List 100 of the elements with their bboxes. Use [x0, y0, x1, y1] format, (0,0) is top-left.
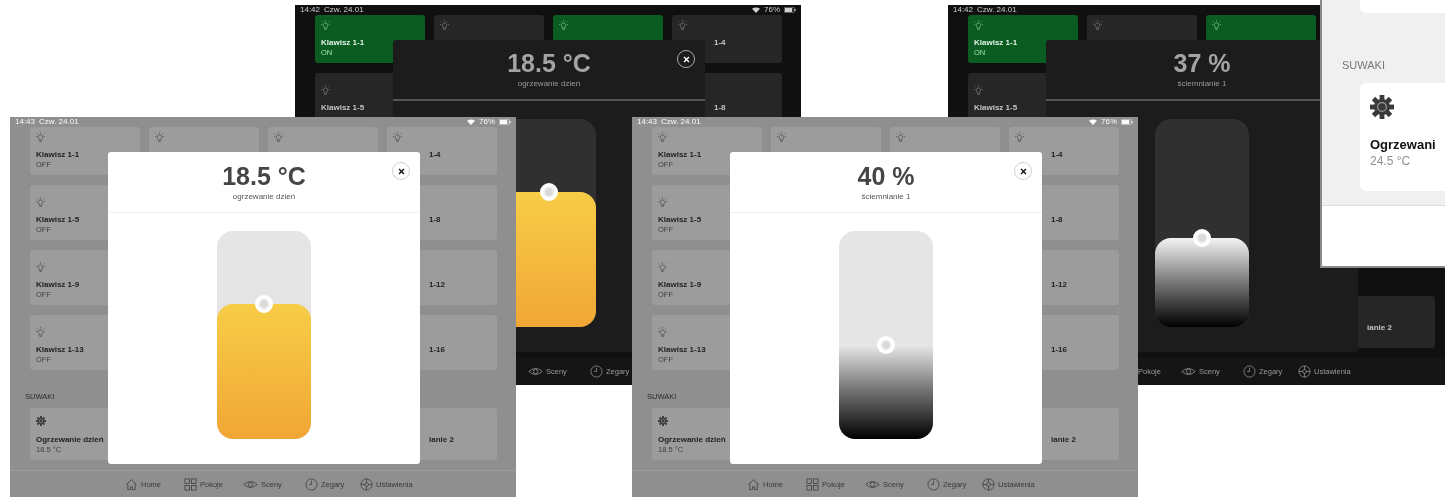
gear-icon	[360, 477, 373, 491]
slider-track[interactable]	[1155, 119, 1249, 327]
tile-title: 1-12	[429, 280, 445, 289]
bulb-icon	[321, 85, 330, 96]
battery-icon	[784, 7, 796, 13]
slider-thumb[interactable]	[1193, 228, 1211, 247]
tile-title: Ogrzewani	[1370, 137, 1436, 152]
grid-icon	[184, 477, 197, 491]
tile-title: ianie 2	[1367, 323, 1392, 332]
battery-icon	[1121, 119, 1133, 125]
gear-icon	[982, 477, 995, 491]
tile-title: Klawisz 1-5	[36, 215, 80, 224]
clock-icon	[305, 477, 318, 491]
tile-title: Klawisz 1-1	[321, 38, 365, 47]
close-icon	[397, 167, 405, 175]
tile-title: 1-8	[714, 103, 726, 112]
status-date: Czw. 24.01	[324, 5, 364, 15]
tile-title: Klawisz 1-1	[36, 150, 80, 159]
slider-tile[interactable]: Ogrzewani 24.5 °C	[1360, 83, 1445, 191]
bulb-icon	[36, 262, 45, 273]
house-icon	[747, 477, 760, 491]
status-date: Czw. 24.01	[977, 5, 1017, 15]
tile-title: Klawisz 1-1	[974, 38, 1018, 47]
bulb-icon	[658, 327, 667, 338]
close-button[interactable]	[392, 162, 410, 180]
wifi-icon	[752, 7, 760, 13]
tile-title: 1-8	[1051, 215, 1063, 224]
tile-title: 1-4	[1051, 150, 1063, 159]
tile-title: Klawisz 1-1	[658, 150, 702, 159]
battery-level: 76%	[1101, 117, 1117, 127]
sun-icon	[658, 416, 668, 426]
slider-thumb[interactable]	[255, 294, 273, 313]
dialog-label: ogrzewanie dzień	[517, 79, 581, 88]
bulb-icon	[658, 132, 667, 143]
close-button[interactable]	[1014, 162, 1032, 180]
close-icon	[682, 55, 690, 63]
tile-title: Klawisz 1-9	[658, 280, 702, 289]
tile-title: 1-16	[1051, 345, 1067, 354]
bulb-icon	[155, 132, 164, 143]
slider-track[interactable]	[217, 231, 311, 439]
status-time: 14:43	[637, 117, 658, 127]
tile-title: Klawisz 1-5	[658, 215, 702, 224]
dialog-value: 18.5 °C	[222, 163, 306, 189]
bulb-icon	[393, 132, 402, 143]
dialog-label: ściemnianie 1	[1177, 79, 1227, 88]
bulb-icon	[777, 132, 786, 143]
tile-title: Ogrzewanie dzień	[36, 435, 104, 444]
status-time: 14:42	[953, 5, 974, 15]
slider-track[interactable]	[839, 231, 933, 439]
sun-icon	[36, 416, 46, 426]
close-button[interactable]	[677, 50, 695, 68]
eye-icon	[1181, 365, 1196, 378]
bulb-icon	[1093, 20, 1102, 31]
tile-title: Klawisz 1-13	[658, 345, 706, 354]
slider-thumb[interactable]	[540, 182, 558, 201]
bulb-icon	[658, 197, 667, 208]
tile-title: ianie 2	[1051, 435, 1076, 444]
wifi-icon	[1089, 119, 1097, 125]
dialog-label: ściemnianie 1	[861, 191, 911, 201]
tile-title: ianie 2	[429, 435, 454, 444]
bulb-icon	[36, 327, 45, 338]
tile-title: 1-4	[429, 150, 441, 159]
close-icon	[1019, 167, 1027, 175]
bulb-icon	[896, 132, 905, 143]
tile-title: Klawisz 1-5	[974, 103, 1018, 112]
wifi-icon	[467, 119, 475, 125]
tile-title: 1-12	[1051, 280, 1067, 289]
tile-title: 1-16	[429, 345, 445, 354]
bulb-icon	[1015, 132, 1024, 143]
bulb-icon	[274, 132, 283, 143]
grid-icon	[806, 477, 819, 491]
tile-title: Klawisz 1-9	[36, 280, 80, 289]
slider-track[interactable]	[516, 119, 596, 327]
tile-title: Ogrzewanie dzień	[658, 435, 726, 444]
eye-icon	[528, 365, 543, 378]
slider-thumb[interactable]	[877, 336, 895, 355]
status-time: 14:42	[300, 5, 321, 15]
clock-icon	[1243, 365, 1256, 378]
clock-icon	[927, 477, 940, 491]
bulb-icon	[36, 132, 45, 143]
tile-title: 1-8	[429, 215, 441, 224]
section-label: SUWAKI	[1342, 59, 1386, 71]
bulb-icon	[678, 20, 687, 31]
tile-title: 1-4	[714, 38, 726, 47]
bulb-icon	[658, 262, 667, 273]
bulb-icon	[559, 20, 568, 31]
bulb-icon	[36, 197, 45, 208]
bulb-icon	[1212, 20, 1221, 31]
bulb-icon	[440, 20, 449, 31]
status-time: 14:43	[15, 117, 36, 127]
clock-icon	[590, 365, 603, 378]
bulb-icon	[321, 20, 330, 31]
dialog-value: 40 %	[857, 163, 915, 189]
bulb-icon	[974, 20, 983, 31]
tile-title: Klawisz 1-13	[36, 345, 84, 354]
battery-icon	[499, 119, 511, 125]
tile-status: 24.5 °C	[1370, 154, 1411, 168]
dialog-value: 37 %	[1173, 51, 1231, 76]
status-date: Czw. 24.01	[39, 117, 79, 127]
dialog-value: 18.5 °C	[507, 51, 591, 76]
